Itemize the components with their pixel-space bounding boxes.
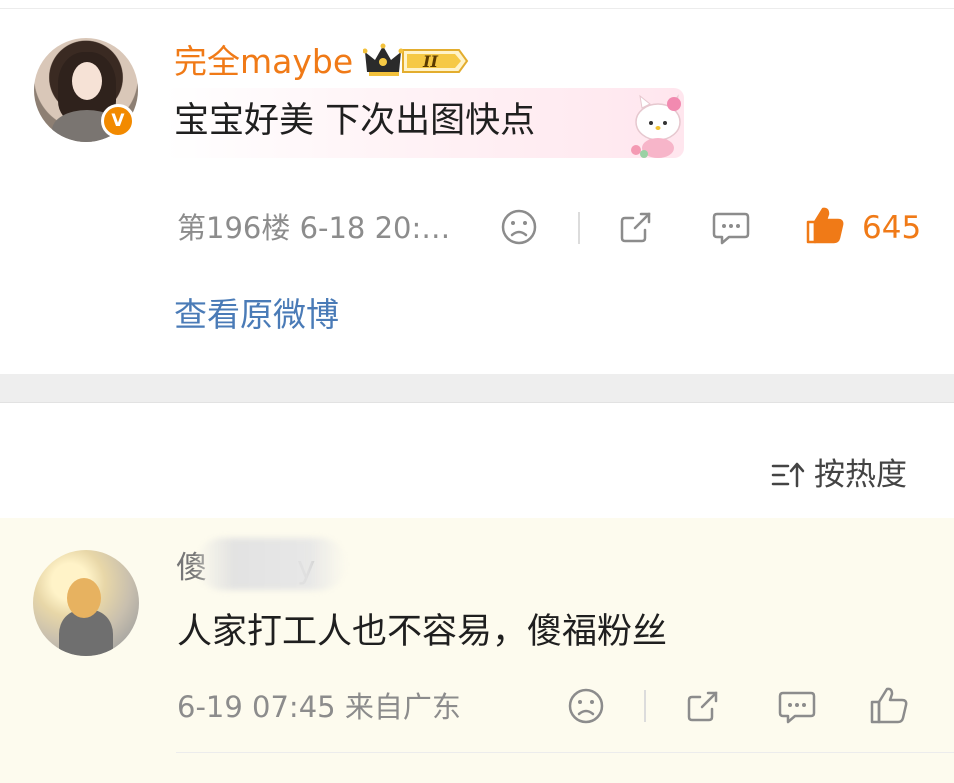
dislike-icon[interactable] (567, 687, 605, 725)
meta-divider (578, 212, 580, 244)
crown-badge-icon[interactable]: II (363, 42, 469, 80)
comment-username[interactable]: 完全maybe (174, 40, 353, 84)
comment-divider (176, 752, 954, 753)
avatar-head (67, 578, 101, 618)
share-icon[interactable] (684, 687, 722, 725)
section-divider (0, 374, 954, 403)
sort-by-hot-button[interactable]: 按热度 (770, 452, 907, 498)
comment-floor-time: 第196楼 6-18 20:… (177, 211, 451, 245)
avatar-face (72, 62, 102, 100)
reply-icon[interactable] (777, 687, 817, 725)
level-badge-text: II (422, 52, 438, 71)
meta-divider (644, 690, 646, 722)
dislike-icon[interactable] (500, 208, 538, 246)
verified-mark: V (111, 110, 125, 131)
view-original-weibo-link[interactable]: 查看原微博 (174, 292, 339, 338)
avatar[interactable] (33, 550, 139, 656)
hello-kitty-decoration-icon (631, 94, 681, 158)
like-icon[interactable] (868, 684, 910, 726)
comment-time-location: 6-19 07:45 来自广东 (177, 690, 461, 724)
sort-label: 按热度 (814, 457, 907, 493)
comment-text: 宝宝好美 下次出图快点 (174, 101, 536, 141)
verified-icon: V (101, 104, 135, 138)
like-icon[interactable] (804, 204, 846, 246)
top-divider (0, 8, 954, 9)
comment-text: 人家打工人也不容易，傻福粉丝 (177, 612, 668, 652)
sort-icon (771, 462, 805, 488)
reply-icon[interactable] (711, 208, 751, 246)
share-icon[interactable] (617, 208, 655, 246)
like-count: 645 (862, 210, 922, 246)
username-blur-mask (196, 538, 346, 590)
